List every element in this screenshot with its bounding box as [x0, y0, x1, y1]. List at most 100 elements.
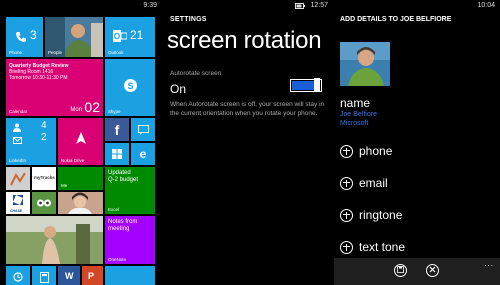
status-time: 12:57	[310, 2, 328, 9]
tile-tripadvisor[interactable]	[32, 192, 56, 214]
chase-icon	[12, 195, 24, 205]
contact-company[interactable]: Microsoft	[340, 120, 368, 127]
tile-label: Calendar	[9, 109, 28, 114]
tile-label: People	[48, 50, 63, 55]
settings-screen: 12:57 SETTINGS screen rotation Autorotat…	[163, 0, 333, 285]
tile-nokia-drive[interactable]: Nokia Drive	[58, 118, 103, 165]
outlook-icon: O	[112, 29, 128, 43]
tile-internet-explorer[interactable]: e	[131, 143, 155, 165]
autorotate-toggle[interactable]	[290, 78, 322, 92]
row-label: email	[359, 176, 388, 190]
person-icon	[12, 122, 22, 132]
page-title: screen rotation	[167, 27, 322, 54]
tile-calculator[interactable]	[32, 266, 56, 285]
tile-me[interactable]: Me	[58, 167, 103, 190]
autorotate-description: When Autorotate screen is off, your scre…	[170, 101, 325, 117]
battery-icon	[295, 2, 305, 14]
avatar[interactable]	[340, 42, 390, 86]
tile-label: Me	[61, 183, 68, 188]
tile-messaging[interactable]	[131, 118, 155, 141]
tile-label: Phone	[9, 50, 23, 55]
toggle-knob	[314, 78, 320, 92]
calendar-day: Mon	[70, 107, 82, 113]
calculator-icon	[39, 271, 49, 283]
tile-label: Outlook	[108, 50, 124, 55]
tile-label: LinkedIn	[9, 158, 27, 163]
calendar-date: 02	[84, 99, 100, 115]
save-button[interactable]	[394, 264, 407, 277]
powerpoint-icon: P	[88, 271, 95, 281]
tile-powerpoint[interactable]: P	[82, 266, 103, 285]
skype-icon: S	[122, 77, 138, 93]
alarm-icon	[12, 271, 24, 283]
status-bar: 10:04	[334, 0, 500, 12]
tile-outlook[interactable]: O 21 Outlook	[105, 17, 155, 57]
tile-word[interactable]: W	[58, 266, 80, 285]
tile-me-photo[interactable]	[58, 192, 103, 214]
chase-label: CHASE	[10, 209, 23, 213]
excel-text-1: Updated	[108, 170, 131, 176]
onenote-text-1: Notes from	[108, 219, 138, 225]
message-icon	[137, 124, 149, 135]
store-icon	[111, 148, 123, 160]
mytracks-icon	[9, 170, 27, 187]
outlook-count: 21	[130, 28, 144, 42]
tile-store[interactable]	[105, 143, 129, 165]
tile-bottom-right[interactable]	[105, 266, 155, 285]
calendar-event-time: Tomorrow 10:30-11:30 PM	[9, 75, 68, 81]
add-phone-row[interactable]: phone	[340, 144, 392, 158]
add-icon	[340, 208, 353, 222]
contact-name[interactable]: Joe Belfiore	[340, 111, 377, 118]
add-icon	[340, 144, 353, 158]
tile-excel[interactable]: Updated Q-2 budget Excel	[105, 167, 155, 214]
add-text-tone-row[interactable]: text tone	[340, 240, 405, 254]
tile-label: OneNote	[108, 257, 127, 262]
tile-photos[interactable]	[6, 216, 103, 264]
app-bar: ...	[334, 258, 500, 285]
linkedin-count-2: 2	[41, 132, 47, 143]
tile-label: Excel	[108, 207, 120, 212]
excel-text-2: Q-2 budget	[108, 177, 139, 183]
tile-skype[interactable]: S Skype	[105, 59, 155, 116]
add-email-row[interactable]: email	[340, 176, 388, 190]
onenote-text-2: meeting	[108, 226, 130, 232]
phone-count: 3	[30, 28, 37, 42]
word-icon: W	[65, 271, 74, 281]
tile-phone[interactable]: 3 Phone	[6, 17, 43, 57]
mail-icon	[12, 135, 22, 145]
close-icon	[429, 266, 436, 275]
tile-calendar[interactable]: Quarterly Budget Review Briefing Room 14…	[6, 59, 103, 116]
navigation-icon	[73, 130, 89, 146]
status-time: 10:04	[477, 2, 495, 9]
linkedin-count-1: 4	[41, 120, 47, 131]
row-label: phone	[359, 144, 393, 158]
tile-linkedin[interactable]: 4 2 LinkedIn	[6, 118, 56, 165]
status-time: 9:39	[143, 2, 157, 9]
ie-icon: e	[139, 147, 147, 161]
contact-photo	[340, 42, 390, 86]
triple-phone-screens: 9:39 3 Phone People O 21 Outlook Quarter…	[0, 0, 500, 285]
tile-people[interactable]: People	[45, 17, 103, 57]
tile-facebook[interactable]: f	[105, 118, 129, 141]
add-ringtone-row[interactable]: ringtone	[340, 208, 402, 222]
name-label: name	[340, 96, 371, 110]
add-icon	[340, 176, 353, 190]
tile-label: Skype	[108, 109, 121, 114]
add-icon	[340, 240, 353, 254]
status-bar: 9:39	[0, 0, 162, 12]
save-icon	[397, 266, 404, 275]
tile-mytracks-app[interactable]: myTracks	[32, 167, 56, 190]
facebook-icon: f	[114, 121, 120, 138]
svg-text:S: S	[127, 81, 133, 91]
tile-mytracks[interactable]	[6, 167, 30, 190]
me-photo	[58, 192, 103, 214]
tile-onenote[interactable]: Notes from meeting OneNote	[105, 216, 155, 264]
status-bar: 12:57	[163, 0, 333, 12]
more-menu-icon[interactable]: ...	[484, 260, 494, 268]
autorotate-value: On	[170, 82, 187, 96]
mytracks-label: myTracks	[34, 175, 55, 180]
cancel-button[interactable]	[426, 264, 439, 277]
tile-label: Nokia Drive	[61, 158, 85, 163]
tile-chase[interactable]: CHASE	[6, 192, 30, 214]
tile-alarms[interactable]	[6, 266, 30, 285]
